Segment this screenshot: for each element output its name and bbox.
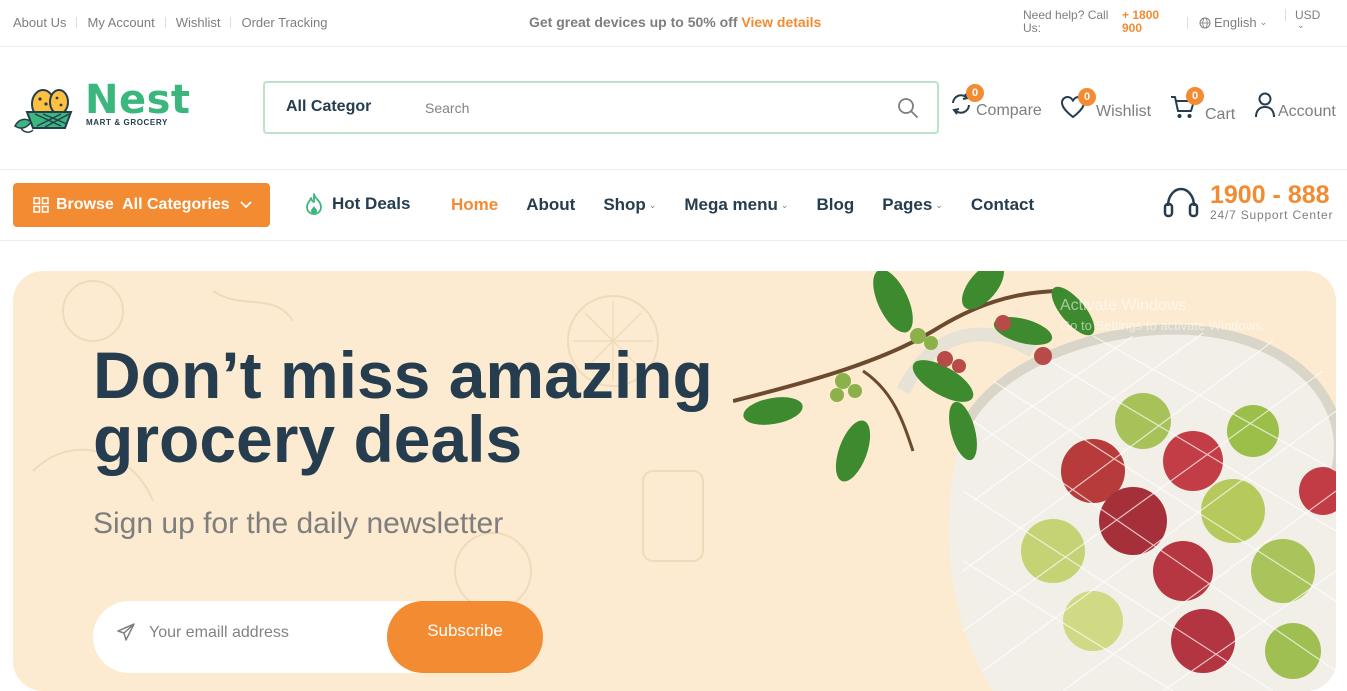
logo-name: Nest bbox=[85, 77, 191, 123]
user-icon-wrap bbox=[1254, 92, 1276, 118]
nav-item-mega-menu[interactable]: Mega menu ⌄ bbox=[684, 195, 788, 215]
language-selector[interactable]: English ⌄ bbox=[1187, 15, 1267, 30]
hero-title: Don’t miss amazing grocery deals bbox=[93, 338, 713, 476]
cart-count-badge: 0 bbox=[1186, 87, 1204, 105]
chevron-down-icon: ⌄ bbox=[1259, 17, 1268, 27]
newsletter-form: Subscribe bbox=[93, 601, 543, 673]
headset-icon bbox=[1163, 187, 1199, 217]
divider bbox=[76, 17, 78, 28]
nav-item-label: Home bbox=[451, 195, 499, 214]
language-label: English bbox=[1214, 15, 1257, 30]
activate-windows-watermark: Activate Windows Go to Settings to activ… bbox=[1060, 296, 1265, 336]
compare-button[interactable]: 0 Compare bbox=[948, 84, 1042, 119]
logo-tagline: MART & GROCERY bbox=[86, 118, 168, 127]
browse-label: Browse All Categories bbox=[56, 196, 230, 213]
hero-subtitle: Sign up for the daily newsletter bbox=[93, 507, 504, 540]
main-nav: Browse All Categories Hot Deals Home Abo… bbox=[0, 170, 1347, 241]
chevron-down-icon: ⌄ bbox=[780, 199, 789, 210]
watermark-line2: Go to Settings to activate Windows. bbox=[1060, 318, 1266, 333]
promo-banner: Get great devices up to 50% off View det… bbox=[529, 14, 821, 30]
category-select[interactable]: All Categor bbox=[286, 98, 376, 116]
subscribe-button[interactable]: Subscribe bbox=[387, 601, 543, 673]
cart-icon-wrap: 0 bbox=[1170, 87, 1204, 120]
order-tracking-link[interactable]: Order Tracking bbox=[241, 15, 327, 30]
watermark-line1: Activate Windows bbox=[1060, 297, 1187, 314]
wishlist-link[interactable]: Wishlist bbox=[176, 15, 221, 30]
support-label: 24/7 Support Center bbox=[1210, 208, 1334, 222]
send-icon bbox=[117, 623, 135, 641]
divider bbox=[164, 17, 166, 28]
browse-categories-button[interactable]: Browse All Categories bbox=[13, 183, 270, 227]
search-bar: All Categor bbox=[263, 81, 939, 134]
nav-item-about[interactable]: About bbox=[526, 195, 575, 215]
nav-item-label: Shop bbox=[603, 195, 646, 214]
nav-item-contact[interactable]: Contact bbox=[971, 195, 1034, 215]
grid-icon bbox=[33, 197, 49, 213]
chevron-down-icon: ⌄ bbox=[648, 199, 657, 210]
nav-item-pages[interactable]: Pages ⌄ bbox=[882, 195, 943, 215]
search-icon[interactable] bbox=[897, 97, 919, 119]
basket-logo-icon bbox=[14, 89, 73, 133]
nav-item-label: Blog bbox=[816, 195, 855, 214]
promo-text: Get great devices up to 50% off bbox=[529, 14, 738, 30]
help-phone[interactable]: + 1800 900 bbox=[1122, 9, 1172, 35]
nav-menu: Home About Shop ⌄ Mega menu ⌄ Blog Pages ⌄ … bbox=[451, 195, 1062, 215]
top-bar: About Us My Account Wishlist Order Track… bbox=[0, 0, 1347, 47]
nav-item-label: Contact bbox=[970, 195, 1035, 214]
nav-item-label: Mega menu bbox=[684, 195, 778, 214]
nav-item-label: About bbox=[526, 195, 576, 214]
nav-item-home[interactable]: Home bbox=[451, 195, 498, 215]
wishlist-label: Wishlist bbox=[1096, 103, 1152, 120]
top-links: About Us My Account Wishlist Order Track… bbox=[13, 15, 327, 30]
hot-deals-label: Hot Deals bbox=[332, 194, 411, 213]
about-us-link[interactable]: About Us bbox=[13, 15, 66, 30]
globe-icon bbox=[1199, 17, 1211, 28]
chevron-down-icon bbox=[240, 201, 252, 209]
my-account-link[interactable]: My Account bbox=[87, 15, 154, 30]
compare-icon-wrap: 0 bbox=[948, 84, 984, 117]
divider bbox=[1187, 16, 1188, 29]
chevron-down-icon: ⌄ bbox=[1297, 20, 1305, 30]
nav-item-shop[interactable]: Shop ⌄ bbox=[603, 195, 656, 215]
wishlist-button[interactable]: 0 Wishlist bbox=[1060, 88, 1152, 121]
compare-count-badge: 0 bbox=[966, 84, 984, 102]
heart-icon-wrap: 0 bbox=[1060, 88, 1096, 121]
hot-deals-link[interactable]: Hot Deals bbox=[304, 193, 410, 215]
help-text: Need help? Call Us: bbox=[1023, 8, 1109, 35]
logo[interactable]: Nest MART & GROCERY bbox=[13, 77, 191, 140]
compare-label: Compare bbox=[976, 102, 1042, 119]
support-text: 1900 - 888 24/7 Support Center bbox=[1210, 183, 1334, 223]
divider bbox=[1285, 9, 1286, 21]
wishlist-count-badge: 0 bbox=[1078, 88, 1096, 106]
user-icon bbox=[1255, 92, 1275, 118]
chevron-down-icon: ⌄ bbox=[935, 199, 943, 210]
email-field[interactable] bbox=[149, 621, 379, 645]
main-header: Nest MART & GROCERY All Categor 0 Compar… bbox=[0, 47, 1347, 170]
support-number[interactable]: 1900 - 888 bbox=[1210, 183, 1333, 208]
cart-label: Cart bbox=[1205, 106, 1236, 123]
search-input[interactable] bbox=[425, 95, 875, 121]
divider bbox=[230, 17, 232, 28]
nav-item-label: Pages bbox=[882, 195, 933, 214]
view-details-link[interactable]: View details bbox=[741, 14, 821, 30]
nav-item-blog[interactable]: Blog bbox=[816, 195, 854, 215]
support-center: 1900 - 888 24/7 Support Center bbox=[1162, 183, 1333, 222]
account-button[interactable]: Account bbox=[1254, 92, 1336, 120]
currency-selector[interactable]: USD ⌄ bbox=[1285, 8, 1320, 30]
account-label: Account bbox=[1278, 103, 1336, 120]
cart-button[interactable]: 0 Cart bbox=[1170, 87, 1235, 123]
flame-icon bbox=[306, 193, 322, 215]
